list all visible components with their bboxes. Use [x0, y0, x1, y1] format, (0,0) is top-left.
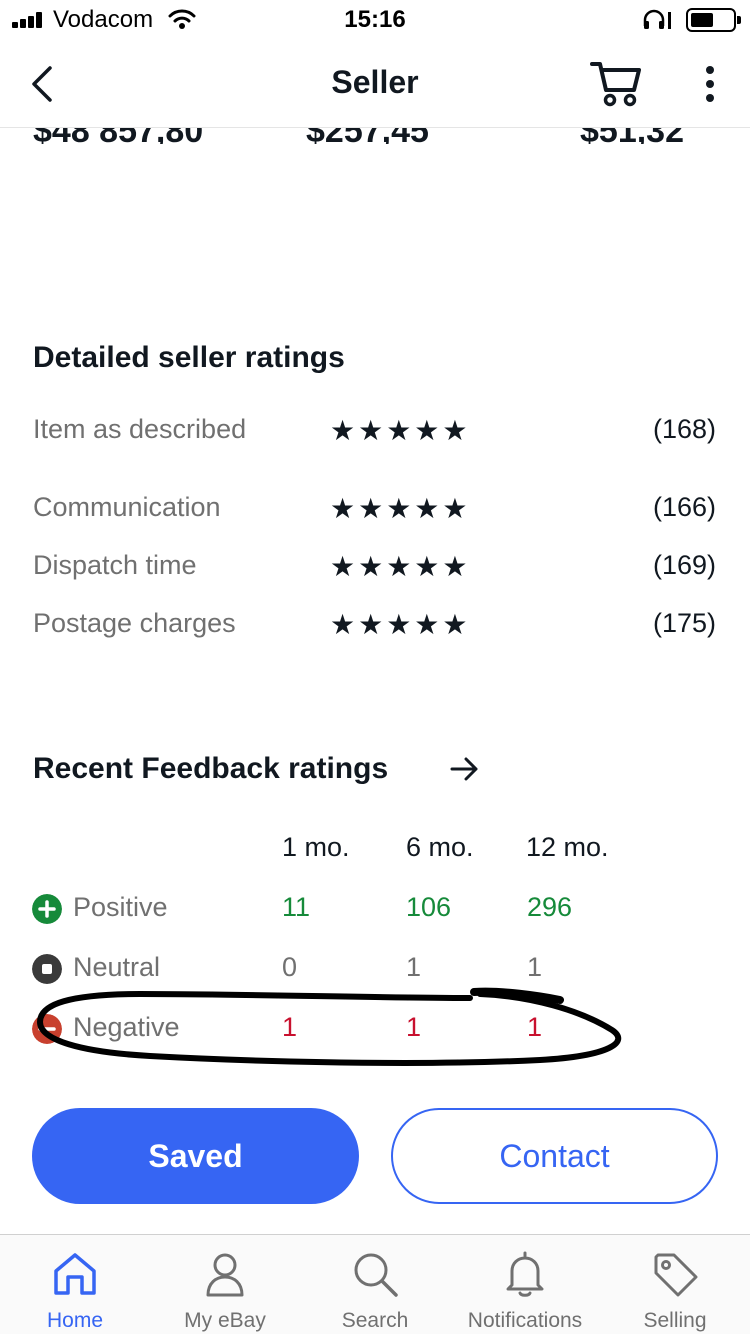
- tab-notifications[interactable]: Notifications: [450, 1235, 600, 1334]
- dsr-row: Postage charges ★★★★★ (175): [0, 604, 750, 644]
- star-rating: ★★★★★: [330, 493, 471, 524]
- dsr-label: Dispatch time: [33, 550, 197, 580]
- tab-search[interactable]: Search: [300, 1235, 450, 1334]
- dsr-count: (175): [652, 608, 716, 638]
- tab-label: Notifications: [467, 1309, 583, 1332]
- dsr-count: (168): [652, 414, 716, 444]
- column-header: 6 mo.: [406, 832, 474, 862]
- feedback-row-positive: Positive 11 106 296: [0, 888, 750, 928]
- amount-1: $48 857,80: [33, 128, 203, 144]
- cart-icon[interactable]: [590, 58, 642, 108]
- contact-button[interactable]: Contact: [391, 1108, 718, 1204]
- status-bar: Vodacom 15:16: [0, 0, 750, 40]
- column-header: 12 mo.: [526, 832, 609, 862]
- feedback-value: 1: [282, 1012, 298, 1042]
- tab-label: My eBay: [184, 1309, 266, 1332]
- tag-icon: [654, 1253, 698, 1297]
- saved-button[interactable]: Saved: [32, 1108, 359, 1204]
- star-rating: ★★★★★: [330, 609, 471, 640]
- arrow-right-icon[interactable]: [448, 754, 482, 784]
- feedback-row-negative: Negative 1 1 1: [0, 1008, 750, 1048]
- dsr-count: (169): [652, 550, 716, 580]
- feedback-value: 296: [527, 892, 573, 922]
- feedback-value: 11: [282, 892, 311, 922]
- tab-label: Home: [46, 1309, 104, 1332]
- more-vertical-icon[interactable]: [692, 64, 728, 104]
- clock: 15:16: [344, 6, 406, 33]
- amount-3: $51,32: [580, 128, 684, 144]
- feedback-row-neutral: Neutral 0 1 1: [0, 948, 750, 988]
- dsr-count: (166): [652, 492, 716, 522]
- feedback-label: Neutral: [73, 952, 161, 982]
- dsr-section-title: Detailed seller ratings: [33, 341, 345, 374]
- star-rating: ★★★★★: [330, 415, 471, 446]
- feedback-value: 106: [406, 892, 452, 922]
- feedback-value: 1: [527, 1012, 543, 1042]
- tab-bar: Home My eBay Search Notifications Sellin…: [0, 1234, 750, 1334]
- dsr-label: Item as described: [33, 414, 247, 444]
- feedback-label: Positive: [73, 892, 168, 922]
- person-icon: [206, 1253, 244, 1297]
- feedback-value: 1: [406, 1012, 422, 1042]
- feedback-value: 1: [527, 952, 543, 982]
- tab-selling[interactable]: Selling: [600, 1235, 750, 1334]
- nav-bar: Seller: [0, 40, 750, 128]
- search-icon: [354, 1253, 398, 1297]
- star-rating: ★★★★★: [330, 551, 471, 582]
- minus-circle-icon: [32, 1014, 62, 1044]
- feedback-value: 0: [282, 952, 298, 982]
- headphones-icon: [643, 9, 671, 29]
- amount-2: $257,45: [306, 128, 429, 144]
- tab-label: Search: [341, 1309, 409, 1332]
- dsr-label: Postage charges: [33, 608, 236, 638]
- sales-amounts-row: $48 857,80 $257,45 $51,32: [0, 128, 750, 144]
- feedback-value: 1: [406, 952, 422, 982]
- tab-home[interactable]: Home: [0, 1235, 150, 1334]
- plus-circle-icon: [32, 894, 62, 924]
- bell-icon: [506, 1251, 544, 1297]
- battery-icon: [686, 8, 741, 32]
- home-icon: [54, 1253, 96, 1295]
- neutral-circle-icon: [32, 954, 62, 984]
- dsr-row: Communication ★★★★★ (166): [0, 488, 750, 528]
- dsr-row: Dispatch time ★★★★★ (169): [0, 546, 750, 586]
- dsr-row: Item as described ★★★★★ (168): [0, 410, 750, 450]
- column-header: 1 mo.: [282, 832, 350, 862]
- tab-my-ebay[interactable]: My eBay: [150, 1235, 300, 1334]
- feedback-label: Negative: [73, 1012, 180, 1042]
- tab-label: Selling: [643, 1309, 707, 1332]
- feedback-section-title[interactable]: Recent Feedback ratings: [33, 752, 388, 786]
- dsr-label: Communication: [33, 492, 221, 522]
